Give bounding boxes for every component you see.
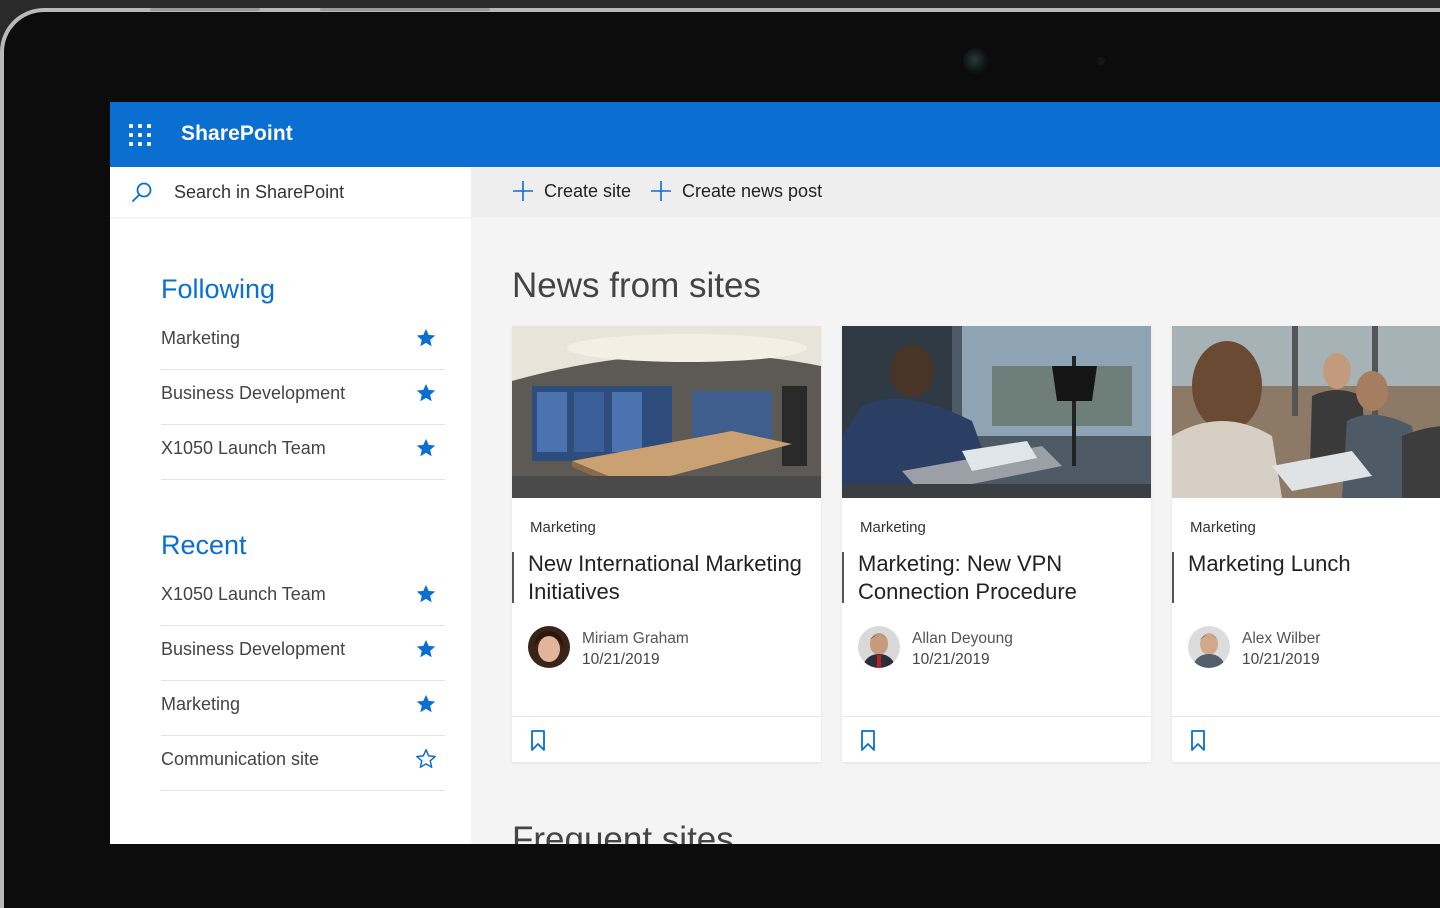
- nav-item-label: X1050 Launch Team: [161, 438, 326, 458]
- recent-item-communication-site[interactable]: Communication site: [161, 736, 445, 791]
- news-card-date: 10/21/2019: [1242, 651, 1320, 668]
- divider: [512, 716, 821, 717]
- command-bar: Create site Create news post: [471, 167, 1440, 217]
- following-heading: Following: [161, 274, 276, 304]
- create-news-post-label: Create news post: [682, 180, 823, 201]
- plus-icon: [513, 181, 533, 201]
- following-item-business-development[interactable]: Business Development: [161, 370, 445, 425]
- sensor-icon: [1097, 57, 1105, 65]
- device-edge-highlight: [150, 8, 260, 11]
- news-card-title[interactable]: Marketing: New VPN Connection Procedure: [858, 550, 1143, 606]
- recent-item-business-development[interactable]: Business Development: [161, 626, 445, 681]
- search-icon: [132, 182, 152, 202]
- news-card-title[interactable]: Marketing Lunch: [1188, 550, 1440, 578]
- title-accent-bar: [842, 552, 844, 603]
- create-news-post-button[interactable]: Create news post: [650, 180, 822, 202]
- camera-icon: [963, 48, 989, 74]
- nav-item-label: Business Development: [161, 639, 346, 659]
- news-card-date: 10/21/2019: [582, 651, 660, 668]
- avatar: [528, 626, 570, 668]
- suite-bar: SharePoint: [110, 102, 1440, 167]
- divider: [842, 716, 1151, 717]
- news-card-site[interactable]: Marketing: [860, 519, 926, 536]
- frequent-sites-title: Frequent sites: [512, 820, 734, 844]
- sharepoint-screen: SharePoint Search in SharePoint Followin…: [110, 102, 1440, 844]
- news-card-author: Miriam Graham: [582, 630, 689, 647]
- star-filled-icon[interactable]: [415, 382, 437, 404]
- search-box[interactable]: Search in SharePoint: [110, 167, 471, 217]
- app-title[interactable]: SharePoint: [181, 122, 293, 146]
- recent-item-marketing[interactable]: Marketing: [161, 681, 445, 736]
- nav-item-label: Communication site: [161, 749, 320, 769]
- star-filled-icon[interactable]: [415, 437, 437, 459]
- avatar: [1188, 626, 1230, 668]
- following-item-x1050-launch-team[interactable]: X1050 Launch Team: [161, 425, 445, 480]
- avatar: [858, 626, 900, 668]
- star-filled-icon[interactable]: [415, 638, 437, 660]
- star-filled-icon[interactable]: [415, 693, 437, 715]
- news-card[interactable]: Marketing Marketing: New VPN Connection …: [842, 326, 1151, 762]
- nav-item-label: Marketing: [161, 328, 241, 348]
- news-card-site[interactable]: Marketing: [1190, 519, 1256, 536]
- news-card-image: [842, 326, 1151, 498]
- star-filled-icon[interactable]: [415, 327, 437, 349]
- following-item-marketing[interactable]: Marketing: [161, 315, 445, 370]
- news-card-image: [512, 326, 821, 498]
- create-site-button[interactable]: Create site: [512, 180, 631, 202]
- bookmark-icon[interactable]: [860, 730, 876, 752]
- recent-heading: Recent: [161, 530, 247, 560]
- title-accent-bar: [512, 552, 514, 603]
- bookmark-icon[interactable]: [1190, 730, 1206, 752]
- title-accent-bar: [1172, 552, 1174, 603]
- search-input[interactable]: Search in SharePoint: [174, 182, 344, 203]
- divider: [1172, 716, 1440, 717]
- star-filled-icon[interactable]: [415, 583, 437, 605]
- news-card-author: Alex Wilber: [1242, 630, 1321, 647]
- news-card-author: Allan Deyoung: [912, 630, 1013, 647]
- create-site-label: Create site: [544, 180, 632, 201]
- news-section-title: News from sites: [512, 266, 761, 305]
- news-card[interactable]: Marketing New International Marketing In…: [512, 326, 821, 762]
- recent-item-x1050-launch-team[interactable]: X1050 Launch Team: [161, 571, 445, 626]
- nav-item-label: X1050 Launch Team: [161, 584, 326, 604]
- plus-icon: [651, 181, 671, 201]
- news-card-date: 10/21/2019: [912, 651, 990, 668]
- news-card-image: [1172, 326, 1440, 498]
- bookmark-icon[interactable]: [530, 730, 546, 752]
- news-card-site[interactable]: Marketing: [530, 519, 596, 536]
- device-edge-highlight: [320, 8, 490, 11]
- news-card-title[interactable]: New International Marketing Initiatives: [528, 550, 813, 606]
- news-card[interactable]: Marketing Marketing Lunch Alex Wilber 10…: [1172, 326, 1440, 762]
- app-launcher-icon[interactable]: [129, 124, 151, 146]
- nav-item-label: Business Development: [161, 383, 346, 403]
- left-navigation-panel: Search in SharePoint Following Marketing…: [110, 167, 471, 844]
- nav-item-label: Marketing: [161, 694, 241, 714]
- star-outline-icon[interactable]: [415, 748, 437, 770]
